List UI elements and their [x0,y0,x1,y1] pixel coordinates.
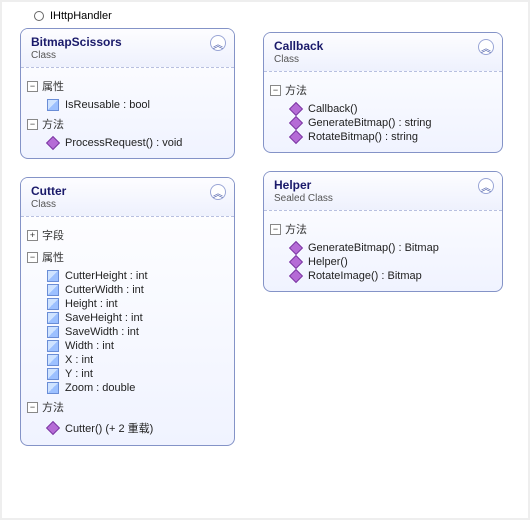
class-title: BitmapScissors [31,35,210,49]
class-subtitle: Class [274,54,478,65]
property-icon [47,382,59,394]
method-icon [289,255,303,269]
member-property[interactable]: Y : int [47,367,230,381]
expander-icon[interactable]: − [27,81,38,92]
expander-icon[interactable]: − [27,252,38,263]
method-icon [289,130,303,144]
method-icon [289,102,303,116]
property-icon [47,326,59,338]
class-header[interactable]: Cutter Class ︽ [21,178,234,217]
collapse-button[interactable]: ︽ [210,184,226,200]
property-icon [47,368,59,380]
class-title: Helper [274,178,478,192]
method-icon [46,136,60,150]
property-icon [47,270,59,282]
class-cutter[interactable]: Cutter Class ︽ + 字段 − 属性 [20,177,235,446]
member-property[interactable]: Height : int [47,297,230,311]
method-icon [289,116,303,130]
member-method[interactable]: RotateBitmap() : string [290,130,498,144]
property-icon [47,298,59,310]
class-title: Cutter [31,184,210,198]
section-label: 方法 [285,82,307,98]
property-icon [47,312,59,324]
section-methods[interactable]: − 方法 [25,114,230,134]
member-method[interactable]: Cutter() (+ 2 重载) [47,419,230,437]
section-label: 方法 [42,116,64,132]
member-method[interactable]: ProcessRequest() : void [47,136,230,150]
section-label: 属性 [42,78,64,94]
section-label: 属性 [42,249,64,265]
member-method[interactable]: RotateImage() : Bitmap [290,269,498,283]
section-methods[interactable]: − 方法 [268,219,498,239]
section-label: 方法 [42,399,64,415]
class-subtitle: Sealed Class [274,193,478,204]
section-properties[interactable]: − 属性 [25,76,230,96]
class-header[interactable]: Helper Sealed Class ︽ [264,172,502,211]
class-header[interactable]: Callback Class ︽ [264,33,502,72]
member-property[interactable]: CutterWidth : int [47,283,230,297]
interface-name: IHttpHandler [50,10,112,22]
expander-icon[interactable]: − [27,402,38,413]
collapse-button[interactable]: ︽ [210,35,226,51]
expander-icon[interactable]: − [27,119,38,130]
section-methods[interactable]: − 方法 [25,397,230,417]
member-property[interactable]: CutterHeight : int [47,269,230,283]
section-fields[interactable]: + 字段 [25,225,230,245]
class-helper[interactable]: Helper Sealed Class ︽ − 方法 GenerateBitma… [263,171,503,292]
member-method[interactable]: Callback() [290,102,498,116]
class-subtitle: Class [31,199,210,210]
member-property[interactable]: Zoom : double [47,381,230,395]
expander-icon[interactable]: − [270,224,281,235]
member-property[interactable]: SaveWidth : int [47,325,230,339]
collapse-button[interactable]: ︽ [478,39,494,55]
expander-icon[interactable]: + [27,230,38,241]
method-icon [289,269,303,283]
lollipop-icon [34,11,44,21]
section-label: 方法 [285,221,307,237]
property-icon [47,354,59,366]
class-title: Callback [274,39,478,53]
member-method[interactable]: GenerateBitmap() : Bitmap [290,241,498,255]
collapse-button[interactable]: ︽ [478,178,494,194]
member-method[interactable]: Helper() [290,255,498,269]
class-callback[interactable]: Callback Class ︽ − 方法 Callback() Generat… [263,32,503,153]
member-method[interactable]: GenerateBitmap() : string [290,116,498,130]
interface-indicator: IHttpHandler [34,10,510,22]
method-icon [289,241,303,255]
section-properties[interactable]: − 属性 [25,247,230,267]
property-icon [47,340,59,352]
diagram-canvas: BitmapScissors Class ︽ − 属性 IsReusable :… [20,28,510,446]
member-property[interactable]: X : int [47,353,230,367]
class-subtitle: Class [31,50,210,61]
property-icon [47,99,59,111]
method-icon [46,421,60,435]
member-property[interactable]: SaveHeight : int [47,311,230,325]
expander-icon[interactable]: − [270,85,281,96]
property-icon [47,284,59,296]
class-bitmapscissors[interactable]: BitmapScissors Class ︽ − 属性 IsReusable :… [20,28,235,159]
member-property[interactable]: IsReusable : bool [47,98,230,112]
member-property[interactable]: Width : int [47,339,230,353]
class-header[interactable]: BitmapScissors Class ︽ [21,29,234,68]
section-methods[interactable]: − 方法 [268,80,498,100]
section-label: 字段 [42,227,64,243]
